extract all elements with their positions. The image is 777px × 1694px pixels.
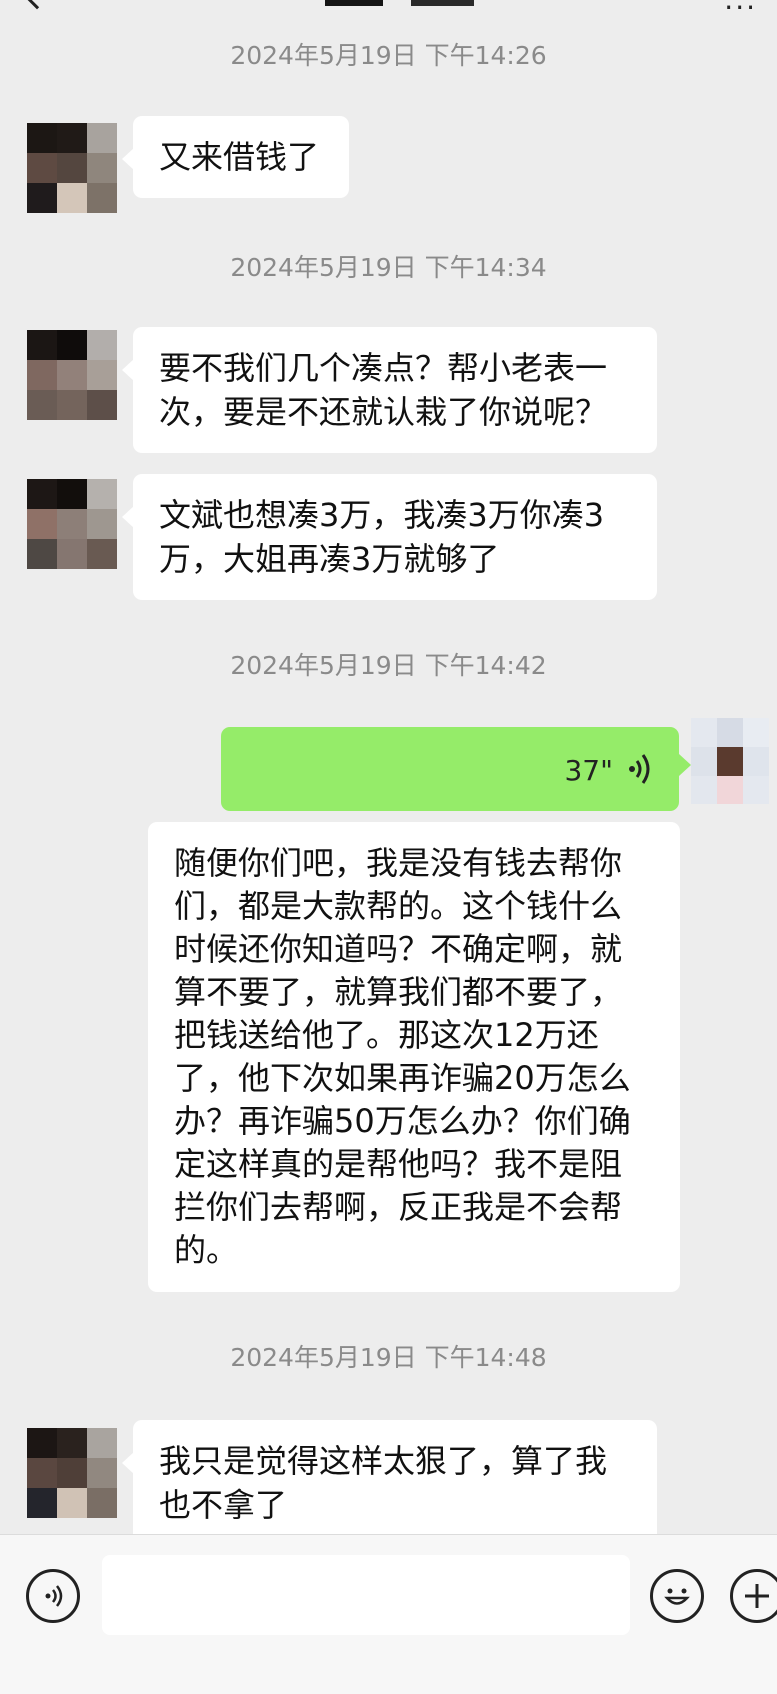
chevron-left-icon[interactable] — [18, 0, 56, 10]
plus-button[interactable] — [730, 1569, 777, 1623]
my-avatar[interactable] — [691, 718, 769, 804]
timestamp: 2024年5月19日 下午14:34 — [230, 253, 547, 282]
message-text: 我只是觉得这样太狠了，算了我 也不拿了 — [159, 1442, 608, 1524]
more-dots-icon[interactable]: ··· — [724, 0, 757, 22]
input-bar — [0, 1534, 777, 1694]
avatar[interactable] — [27, 1428, 117, 1518]
voice-input-icon — [45, 1585, 63, 1607]
timestamp: 2024年5月19日 下午14:42 — [230, 651, 547, 680]
voice-transcript[interactable]: 随便你们吧，我是没有钱去帮你 们，都是大款帮的。这个钱什么 时候还你知道吗？不确… — [148, 822, 680, 1292]
message-bubble[interactable]: 文斌也想凑3万，我凑3万你凑3 万，大姐再凑3万就够了 — [122, 474, 657, 600]
emoji-button[interactable] — [650, 1569, 704, 1623]
avatar[interactable] — [27, 479, 117, 569]
avatar[interactable] — [27, 330, 117, 420]
voice-wave-icon — [629, 754, 650, 784]
voice-duration: 37" — [564, 754, 613, 787]
chat-title-redacted — [325, 0, 383, 6]
timestamp: 2024年5月19日 下午14:48 — [230, 1343, 547, 1372]
message-bubble[interactable]: 又来借钱了 — [122, 116, 349, 198]
chat-screen: ··· 2024年5月19日 下午14:26 又来借钱了 2024年5月19日 … — [0, 0, 777, 1694]
transcript-text: 随便你们吧，我是没有钱去帮你 们，都是大款帮的。这个钱什么 时候还你知道吗？不确… — [174, 844, 631, 1269]
avatar[interactable] — [27, 123, 117, 213]
message-text: 要不我们几个凑点？帮小老表一 次，要是不还就认栽了你说呢？ — [159, 349, 608, 431]
plus-icon — [745, 1584, 769, 1608]
message-input[interactable] — [102, 1555, 630, 1635]
top-bar: ··· — [0, 0, 777, 22]
message-bubble[interactable]: 要不我们几个凑点？帮小老表一 次，要是不还就认栽了你说呢？ — [122, 327, 657, 453]
message-text: 又来借钱了 — [159, 138, 320, 176]
voice-input-button[interactable] — [26, 1569, 80, 1623]
emoji-icon — [664, 1588, 690, 1605]
message-bubble[interactable]: 我只是觉得这样太狠了，算了我 也不拿了 — [122, 1420, 657, 1546]
timestamp: 2024年5月19日 下午14:26 — [230, 41, 547, 70]
message-text: 文斌也想凑3万，我凑3万你凑3 万，大姐再凑3万就够了 — [159, 496, 605, 578]
chat-title-redacted-2 — [411, 0, 474, 6]
voice-message-bubble[interactable]: 37" — [221, 727, 691, 811]
